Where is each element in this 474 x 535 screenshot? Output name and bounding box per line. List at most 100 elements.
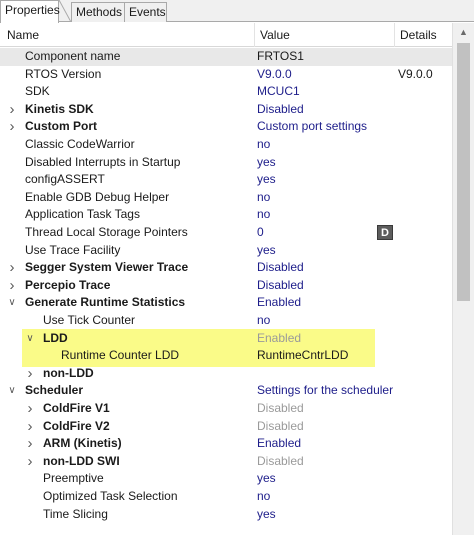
property-row[interactable]: Use Trace Facility yes — [0, 242, 452, 260]
chevron-right-icon[interactable]: › — [24, 435, 36, 453]
property-name: Generate Runtime Statistics — [25, 295, 186, 310]
property-value[interactable]: Disabled — [257, 453, 394, 471]
chevron-down-icon[interactable]: ∨ — [24, 330, 36, 348]
property-row[interactable]: Use Tick Counter no — [0, 312, 452, 330]
property-name: Component name — [25, 49, 121, 63]
property-value[interactable]: Enabled — [257, 435, 394, 453]
property-value[interactable]: Enabled — [257, 330, 394, 348]
property-row[interactable]: › non-LDD — [0, 365, 452, 383]
property-row[interactable]: Preemptive yes — [0, 470, 452, 488]
property-value[interactable]: no — [257, 206, 394, 224]
property-value[interactable]: RuntimeCntrLDD — [257, 347, 394, 365]
property-row[interactable]: Component name FRTOS1 — [0, 48, 452, 66]
property-value[interactable]: Custom port settings — [257, 118, 394, 136]
property-name: Use Trace Facility — [25, 242, 121, 257]
scroll-thumb[interactable] — [457, 43, 470, 301]
property-details — [398, 382, 452, 400]
property-details — [398, 118, 452, 136]
property-row[interactable]: › non-LDD SWI Disabled — [0, 453, 452, 471]
chevron-right-icon[interactable]: › — [24, 453, 36, 471]
property-value[interactable]: Disabled — [257, 418, 394, 436]
property-value[interactable]: V9.0.0 — [257, 66, 394, 84]
column-header: Name Value Details — [0, 23, 452, 47]
value-dialog-button[interactable]: D — [377, 225, 393, 240]
property-row[interactable]: Thread Local Storage Pointers 0 D — [0, 224, 452, 242]
property-details — [398, 418, 452, 436]
property-name-cell: › ColdFire V1 — [0, 400, 254, 418]
property-name-cell: Application Task Tags — [0, 206, 254, 224]
tab-methods[interactable]: Methods — [71, 2, 127, 22]
property-value[interactable]: yes — [257, 506, 394, 524]
scroll-up-icon[interactable]: ▲ — [453, 23, 474, 41]
property-value[interactable]: Disabled — [257, 259, 394, 277]
property-name-cell: RTOS Version — [0, 66, 254, 84]
chevron-right-icon[interactable]: › — [6, 277, 18, 295]
property-name-cell: › non-LDD — [0, 365, 254, 383]
property-value[interactable]: Enabled — [257, 294, 394, 312]
property-row[interactable]: › Kinetis SDK Disabled — [0, 101, 452, 119]
property-value[interactable]: Settings for the scheduler — [257, 382, 394, 400]
tab-properties[interactable]: Properties — [0, 0, 60, 23]
property-details — [398, 259, 452, 277]
chevron-right-icon[interactable]: › — [6, 118, 18, 136]
property-value[interactable]: yes — [257, 171, 394, 189]
column-header-details[interactable]: Details — [394, 23, 452, 47]
property-details — [398, 488, 452, 506]
property-row[interactable]: Classic CodeWarrior no — [0, 136, 452, 154]
property-name: Disabled Interrupts in Startup — [25, 154, 181, 169]
property-value[interactable]: Disabled — [257, 277, 394, 295]
chevron-down-icon[interactable]: ∨ — [6, 382, 18, 400]
property-row[interactable]: Disabled Interrupts in Startup yes — [0, 154, 452, 172]
property-row[interactable]: ∨ LDD Enabled — [0, 330, 452, 348]
property-value[interactable]: no — [257, 488, 394, 506]
property-row[interactable]: SDK MCUC1 — [0, 83, 452, 101]
property-value[interactable]: no — [257, 136, 394, 154]
column-header-name[interactable]: Name — [0, 23, 254, 47]
property-details — [398, 330, 452, 348]
property-value[interactable]: yes — [257, 154, 394, 172]
property-value[interactable]: Disabled — [257, 400, 394, 418]
property-name: ColdFire V2 — [43, 418, 110, 433]
property-row[interactable]: › ColdFire V1 Disabled — [0, 400, 452, 418]
chevron-right-icon[interactable]: › — [6, 259, 18, 277]
tab-bar: Properties Methods Events — [0, 0, 474, 23]
property-value[interactable]: no — [257, 312, 394, 330]
chevron-down-icon[interactable]: ∨ — [6, 294, 18, 312]
property-row[interactable]: Enable GDB Debug Helper no — [0, 189, 452, 207]
property-row[interactable]: Application Task Tags no — [0, 206, 452, 224]
chevron-right-icon[interactable]: › — [24, 418, 36, 436]
property-row[interactable]: ∨ Generate Runtime Statistics Enabled — [0, 294, 452, 312]
property-row[interactable]: › ColdFire V2 Disabled — [0, 418, 452, 436]
property-row[interactable]: › Custom Port Custom port settings — [0, 118, 452, 136]
property-value[interactable]: 0 — [257, 224, 394, 242]
chevron-right-icon[interactable]: › — [24, 365, 36, 383]
property-value[interactable] — [257, 365, 394, 383]
property-value[interactable]: no — [257, 189, 394, 207]
property-value[interactable]: yes — [257, 470, 394, 488]
property-row[interactable]: Time Slicing yes — [0, 506, 452, 524]
property-value[interactable]: Disabled — [257, 101, 394, 119]
property-row[interactable]: › Segger System Viewer Trace Disabled — [0, 259, 452, 277]
property-value[interactable]: yes — [257, 242, 394, 260]
property-row[interactable]: ∨ Scheduler Settings for the scheduler — [0, 382, 452, 400]
property-value[interactable]: FRTOS1 — [257, 48, 394, 66]
property-value[interactable]: MCUC1 — [257, 83, 394, 101]
column-header-value[interactable]: Value — [254, 23, 394, 47]
property-row[interactable]: › ARM (Kinetis) Enabled — [0, 435, 452, 453]
property-row[interactable]: › Percepio Trace Disabled — [0, 277, 452, 295]
property-row[interactable]: RTOS Version V9.0.0 V9.0.0 — [0, 66, 452, 84]
property-name-cell: Time Slicing — [0, 506, 254, 524]
property-row[interactable]: configASSERT yes — [0, 171, 452, 189]
tab-events[interactable]: Events — [124, 2, 167, 22]
property-row[interactable]: Runtime Counter LDD RuntimeCntrLDD — [0, 347, 452, 365]
chevron-right-icon[interactable]: › — [6, 101, 18, 119]
vertical-scrollbar[interactable]: ▲ — [452, 23, 474, 535]
property-name-cell: Preemptive — [0, 470, 254, 488]
property-row[interactable]: Optimized Task Selection no — [0, 488, 452, 506]
property-name: Use Tick Counter — [43, 313, 136, 327]
chevron-right-icon[interactable]: › — [24, 400, 36, 418]
property-name: Scheduler — [25, 383, 84, 398]
property-name: Segger System Viewer Trace — [25, 260, 189, 275]
property-name-cell: Component name — [0, 48, 254, 66]
property-details — [398, 365, 452, 383]
